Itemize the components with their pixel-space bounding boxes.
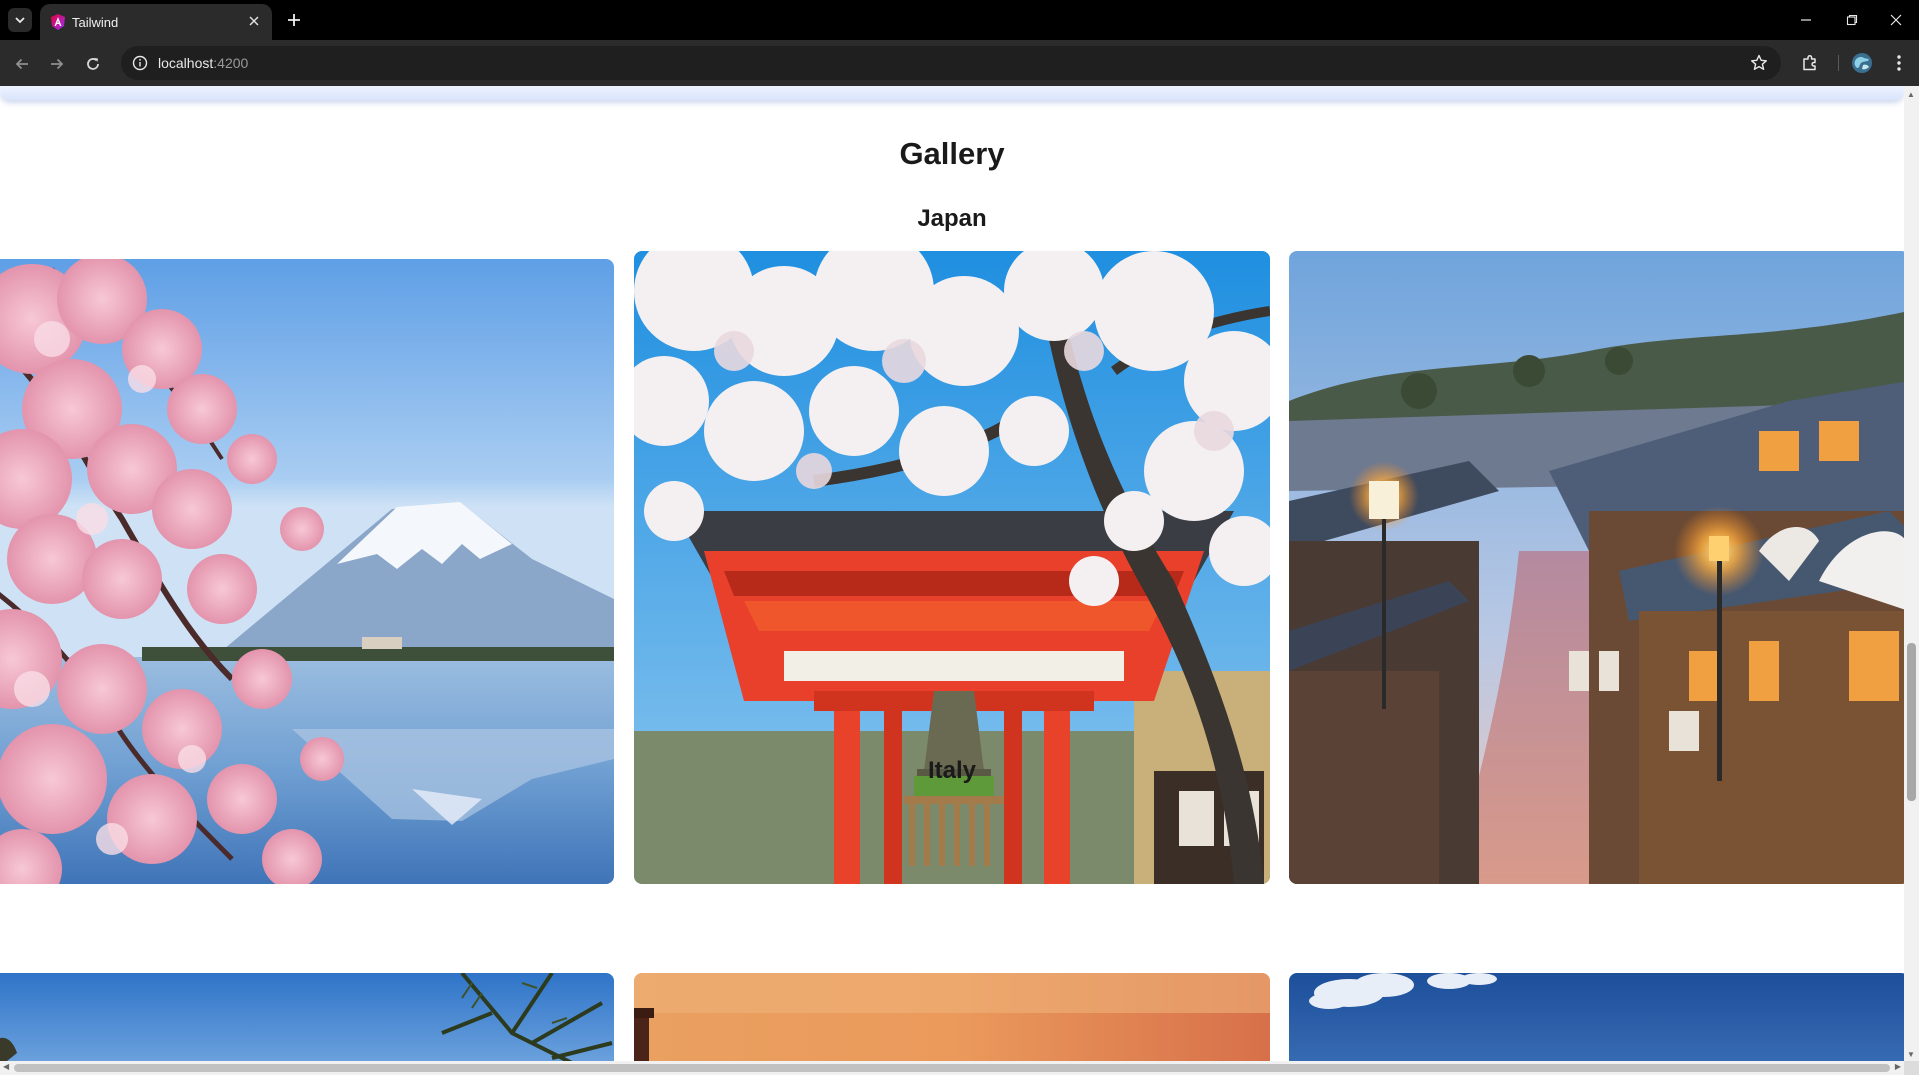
scrollbar-corner <box>1904 1061 1919 1075</box>
close-window-icon[interactable] <box>1873 0 1919 40</box>
forward-arrow-icon[interactable] <box>44 51 70 77</box>
browser-tab-bar: Tailwind <box>0 0 1919 40</box>
bookmark-star-icon[interactable] <box>1749 53 1769 73</box>
back-arrow-icon[interactable] <box>9 51 35 77</box>
photo-italy-palm-sky[interactable] <box>0 973 614 1061</box>
new-tab-plus-icon[interactable] <box>282 8 306 32</box>
scroll-left-arrow-icon[interactable]: ◀ <box>3 1062 9 1071</box>
photo-japan-bell-pavilion[interactable] <box>634 251 1270 884</box>
scroll-right-arrow-icon[interactable]: ▶ <box>1895 1062 1901 1071</box>
restore-icon[interactable] <box>1829 0 1875 40</box>
tab-search-chevron-down-icon[interactable] <box>8 8 32 32</box>
section-title-italy: Italy <box>927 757 977 784</box>
photo-italy-blue-sky[interactable] <box>1289 973 1904 1061</box>
reload-icon[interactable] <box>80 51 106 77</box>
scroll-down-arrow-icon[interactable]: ▼ <box>1907 1050 1915 1059</box>
extensions-puzzle-icon[interactable] <box>1797 50 1823 76</box>
angular-logo-icon <box>49 13 67 31</box>
toolbar-separator <box>1838 55 1839 71</box>
sticky-navbar-edge <box>0 86 1904 100</box>
horizontal-scrollbar[interactable]: ◀ ▶ <box>0 1061 1904 1075</box>
tab-close-icon[interactable] <box>244 11 264 31</box>
address-bar[interactable]: localhost:4200 <box>121 46 1781 80</box>
url-host: localhost <box>158 55 214 71</box>
vertical-scrollbar[interactable]: ▲ ▼ <box>1904 86 1919 1061</box>
site-info-icon[interactable] <box>132 55 148 71</box>
tab-title: Tailwind <box>72 15 119 30</box>
browser-tab[interactable]: Tailwind <box>40 4 272 40</box>
scroll-up-arrow-icon[interactable]: ▲ <box>1907 90 1915 99</box>
minimize-icon[interactable] <box>1783 0 1829 40</box>
photo-japan-fuji[interactable] <box>0 259 614 884</box>
photo-italy-sunset-tower[interactable] <box>634 973 1270 1061</box>
browser-menu-kebab-icon[interactable] <box>1886 50 1912 76</box>
vertical-scrollbar-thumb[interactable] <box>1907 643 1916 801</box>
url-text: localhost:4200 <box>158 55 248 71</box>
profile-avatar-icon[interactable] <box>1849 50 1875 76</box>
section-title-japan: Japan <box>917 205 987 232</box>
url-port: :4200 <box>213 55 249 71</box>
gallery-title: Gallery <box>899 136 1005 171</box>
horizontal-scrollbar-thumb[interactable] <box>14 1064 1890 1072</box>
page-viewport: Gallery Japan Italy <box>0 86 1904 1061</box>
photo-japan-kyoto-street[interactable] <box>1289 251 1904 884</box>
